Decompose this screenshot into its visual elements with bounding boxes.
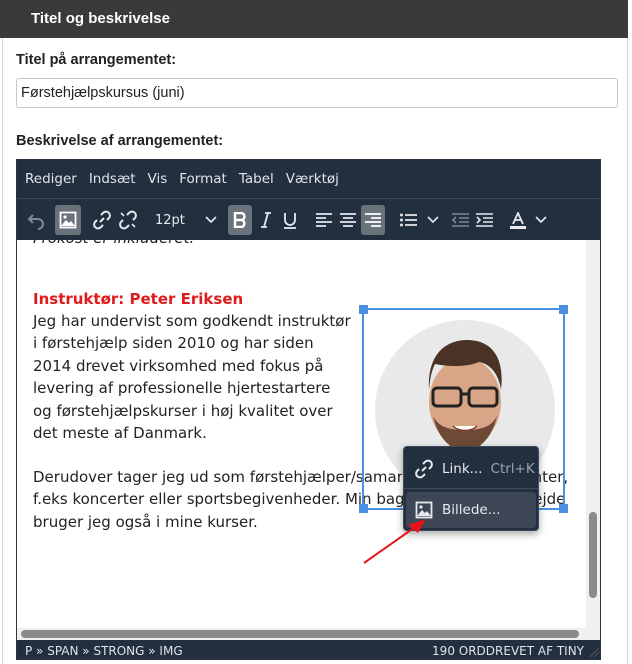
bullet-list-dropdown[interactable] <box>425 205 441 235</box>
powered-by-link[interactable]: DREVET AF TINY <box>486 644 584 658</box>
indent-icon <box>475 213 493 227</box>
vertical-scrollbar-thumb[interactable] <box>589 512 597 598</box>
chevron-down-icon <box>535 216 547 224</box>
word-count: 190 ORD <box>432 643 486 658</box>
italic-icon <box>261 212 271 228</box>
font-size-value: 12pt <box>155 212 185 228</box>
align-center-icon <box>340 213 356 227</box>
unlink-icon <box>119 210 137 230</box>
undo-button[interactable] <box>21 205 51 235</box>
editor-statusbar: P » SPAN » STRONG » IMG 190 ORDDREVET AF… <box>17 640 600 659</box>
chevron-down-icon <box>427 216 439 224</box>
title-label: Titel på arrangementet: <box>16 52 177 68</box>
section-title: Titel og beskrivelse <box>31 10 170 27</box>
align-left-button[interactable] <box>313 205 335 235</box>
menu-insert[interactable]: Indsæt <box>83 171 142 187</box>
context-menu-separator <box>404 488 538 489</box>
underline-icon <box>284 212 296 229</box>
align-center-button[interactable] <box>337 205 359 235</box>
editor-content[interactable]: Frokost er inkluderet. Instruktør: Peter… <box>17 240 587 640</box>
image-icon <box>59 211 77 229</box>
link-icon <box>93 210 111 230</box>
font-size-select[interactable]: 12pt <box>151 205 221 235</box>
context-menu-link[interactable]: Link... Ctrl+K <box>406 451 536 487</box>
resize-handle[interactable] <box>359 504 368 513</box>
context-menu-image-label: Billede... <box>442 502 501 518</box>
indent-button[interactable] <box>473 205 495 235</box>
horizontal-scrollbar-thumb[interactable] <box>21 630 579 638</box>
menu-tools[interactable]: Værktøj <box>280 171 345 187</box>
italic-button[interactable] <box>255 205 277 235</box>
context-menu-link-label: Link... <box>442 461 483 477</box>
chevron-down-icon <box>205 216 217 224</box>
text-color-icon <box>510 211 526 229</box>
element-path[interactable]: P » SPAN » STRONG » IMG <box>25 644 183 658</box>
link-icon <box>415 459 433 479</box>
outdent-icon <box>451 213 469 227</box>
bold-icon <box>233 212 246 228</box>
resize-grip-icon[interactable] <box>588 646 600 658</box>
resize-handle[interactable] <box>559 504 568 513</box>
content-line-cut: Frokost er inkluderet. <box>33 240 194 249</box>
bullet-list-button[interactable] <box>397 205 419 235</box>
menu-table[interactable]: Tabel <box>233 171 280 187</box>
instructor-heading: Instruktør: Peter Eriksen <box>33 290 244 308</box>
text-color-button[interactable] <box>507 205 529 235</box>
align-right-button[interactable] <box>361 205 385 235</box>
bullet-list-icon <box>399 213 417 227</box>
text-color-dropdown[interactable] <box>533 205 549 235</box>
align-right-icon <box>365 213 381 227</box>
unlink-button[interactable] <box>115 205 141 235</box>
menu-edit[interactable]: Rediger <box>19 171 83 187</box>
horizontal-scrollbar[interactable] <box>17 628 587 640</box>
menu-format[interactable]: Format <box>173 171 233 187</box>
menu-view[interactable]: Vis <box>142 171 174 187</box>
title-input[interactable] <box>16 78 618 108</box>
outdent-button[interactable] <box>449 205 471 235</box>
section-header: Titel og beskrivelse <box>0 0 628 38</box>
content-paragraph: Jeg har undervist som godkendt instruktø… <box>33 312 351 443</box>
rich-text-editor: Rediger Indsæt Vis Format Tabel Værktøj … <box>16 159 601 660</box>
resize-handle[interactable] <box>559 305 568 314</box>
editor-toolbar: 12pt <box>17 198 600 240</box>
align-left-icon <box>316 213 332 227</box>
statusbar-right: 190 ORDDREVET AF TINY <box>432 644 584 658</box>
undo-icon <box>27 214 44 230</box>
description-label: Beskrivelse af arrangementet: <box>16 133 224 149</box>
annotation-arrow-icon <box>363 519 426 564</box>
context-menu-link-shortcut: Ctrl+K <box>490 461 535 477</box>
resize-handle[interactable] <box>359 305 368 314</box>
link-button[interactable] <box>89 205 115 235</box>
underline-button[interactable] <box>279 205 301 235</box>
editor-menubar: Rediger Indsæt Vis Format Tabel Værktøj <box>17 160 600 198</box>
image-button[interactable] <box>55 205 81 235</box>
bold-button[interactable] <box>228 205 252 235</box>
